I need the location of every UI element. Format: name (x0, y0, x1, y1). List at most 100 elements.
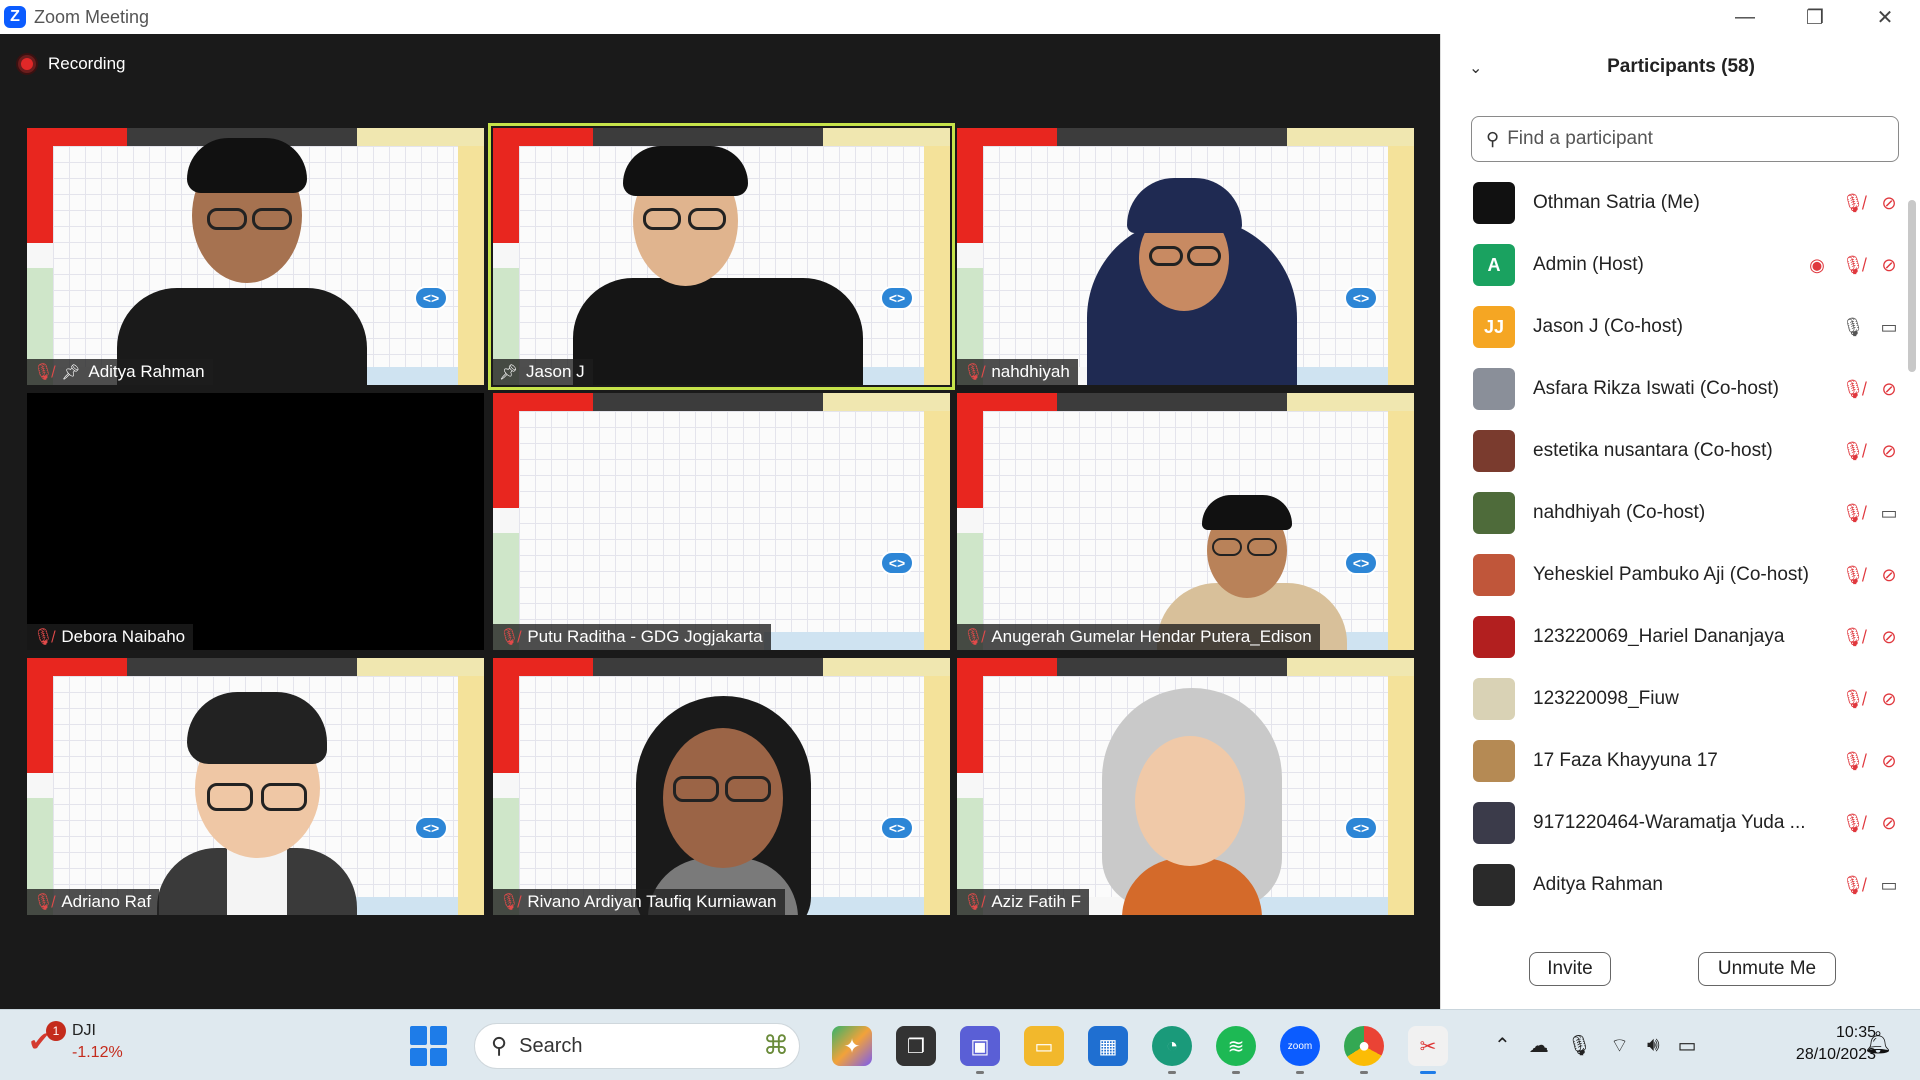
participant-name: Yeheskiel Pambuko Aji (Co-host) (1533, 564, 1809, 585)
zoom-app-icon[interactable]: zoom (1280, 1026, 1320, 1074)
video-off-icon[interactable]: ⊘ (1877, 625, 1901, 649)
video-tile[interactable]: <> 🎙︎̸ Aziz Fatih F (957, 658, 1414, 915)
video-off-icon[interactable]: ⊘ (1877, 253, 1901, 277)
video-off-icon[interactable]: ⊘ (1877, 687, 1901, 711)
code-badge-icon: <> (1344, 286, 1378, 310)
video-tile[interactable]: <> 🎙︎̸ 📌︎ Aditya Rahman (27, 128, 484, 385)
participant-row[interactable]: Asfara Rikza Iswati (Co-host) 🎙︎̸ ⊘ (1441, 358, 1911, 420)
participant-row[interactable]: 9171220464-Waramatja Yuda ... 🎙︎̸ ⊘ (1441, 792, 1911, 854)
participant-row[interactable]: Aditya Rahman 🎙︎̸ ▭ (1441, 854, 1911, 916)
taskbar-search-label: Search (519, 1034, 583, 1057)
clock[interactable]: 10:35 28/10/2023 (1756, 1022, 1876, 1066)
code-badge-icon: <> (880, 816, 914, 840)
participant-nametag: 🎙︎̸ Aziz Fatih F (957, 889, 1090, 915)
participant-status-icons: 🎙︎̸ ▭ (1841, 873, 1901, 897)
participant-name: Othman Satria (Me) (1533, 192, 1700, 213)
participant-status-icons: 🎙︎̸ ⊘ (1841, 811, 1901, 835)
participant-row[interactable]: nahdhiyah (Co-host) 🎙︎̸ ▭ (1441, 482, 1911, 544)
participant-nametag: 🎙︎̸ Adriano Raf (27, 889, 160, 915)
taskbar-apps: ⚲ Search ⌘ ✦ ❐ ▣ ▭ ▦ ◔ ≋ zoom ● ✂ (410, 1022, 1460, 1074)
pin-icon: 📌︎ (61, 364, 81, 381)
mic-muted-icon[interactable]: 🎙︎̸ (1841, 191, 1865, 215)
video-off-icon[interactable]: ⊘ (1877, 191, 1901, 215)
onedrive-icon[interactable]: ☁ (1529, 1033, 1549, 1058)
avatar (1473, 492, 1515, 534)
snipping-tool-icon[interactable]: ✂ (1408, 1026, 1448, 1074)
video-icon[interactable]: ▭ (1877, 315, 1901, 339)
mic-muted-icon[interactable]: 🎙︎̸ (1841, 749, 1865, 773)
teams-chat-icon[interactable]: ▣ (960, 1026, 1000, 1074)
edge-icon[interactable]: ◔ (1152, 1026, 1192, 1074)
file-explorer-icon[interactable]: ▭ (1024, 1026, 1064, 1066)
video-icon[interactable]: ▭ (1877, 873, 1901, 897)
participant-name: Aditya Rahman (1533, 874, 1663, 895)
video-tile[interactable]: <> 🎙︎̸ Rivano Ardiyan Taufiq Kurniawan (493, 658, 950, 915)
chevron-up-icon[interactable]: ⌃ (1494, 1033, 1511, 1058)
recording-indicator[interactable]: Recording (18, 54, 126, 74)
video-off-icon[interactable]: ⊘ (1877, 563, 1901, 587)
video-tile[interactable]: <> 🎙︎̸ nahdhiyah (957, 128, 1414, 385)
clock-time: 10:35 (1835, 1024, 1876, 1041)
mic-muted-icon[interactable]: 🎙︎̸ (1841, 873, 1865, 897)
video-tile[interactable]: <> 🎙︎̸ Putu Raditha - GDG Jogjakarta (493, 393, 950, 650)
video-off-icon[interactable]: ⊘ (1877, 439, 1901, 463)
video-off-icon[interactable]: ⊘ (1877, 377, 1901, 401)
microsoft-store-icon[interactable]: ▦ (1088, 1026, 1128, 1066)
avatar (1473, 368, 1515, 410)
video-tile[interactable]: <> 🎙︎̸ Anugerah Gumelar Hendar Putera_Ed… (957, 393, 1414, 650)
participant-row[interactable]: Yeheskiel Pambuko Aji (Co-host) 🎙︎̸ ⊘ (1441, 544, 1911, 606)
close-button[interactable]: ✕ (1850, 0, 1920, 34)
taskbar-search[interactable]: ⚲ Search ⌘ (474, 1023, 800, 1069)
participant-list-scrollbar[interactable] (1908, 200, 1916, 372)
video-icon[interactable]: ▭ (1877, 501, 1901, 525)
notification-bell-icon[interactable]: 🔔︎ (1864, 1030, 1892, 1056)
microphone-icon[interactable]: 🎙︎ (1567, 1033, 1592, 1058)
mic-muted-icon[interactable]: 🎙︎̸ (1841, 811, 1865, 835)
mic-muted-icon[interactable]: 🎙︎̸ (1841, 687, 1865, 711)
participant-row[interactable]: A Admin (Host) ◉ 🎙︎̸ ⊘ (1441, 234, 1911, 296)
mic-muted-icon: 🎙︎̸ (499, 894, 520, 911)
copilot-icon[interactable]: ✦ (832, 1026, 872, 1066)
recording-label: Recording (48, 54, 126, 73)
wifi-icon[interactable]: ⌔ (1610, 1033, 1629, 1058)
participant-nametag: 📌︎ Jason J (493, 359, 593, 385)
participant-name: nahdhiyah (991, 362, 1070, 381)
windows-start-icon[interactable] (410, 1026, 450, 1066)
mic-muted-icon[interactable]: 🎙︎̸ (1841, 439, 1865, 463)
participant-name: Anugerah Gumelar Hendar Putera_Edison (991, 627, 1312, 646)
stock-widget[interactable]: ✔ 1 DJI -1.12% (28, 1020, 123, 1064)
mic-muted-icon: 🎙︎̸ (499, 629, 520, 646)
invite-button[interactable]: Invite (1529, 952, 1611, 986)
mic-muted-icon[interactable]: 🎙︎̸ (1841, 253, 1865, 277)
minimize-button[interactable]: — (1710, 0, 1780, 34)
participant-row[interactable]: 17 Faza Khayyuna 17 🎙︎̸ ⊘ (1441, 730, 1911, 792)
battery-icon[interactable]: ▭ (1678, 1033, 1697, 1058)
participant-row[interactable]: Othman Satria (Me) 🎙︎̸ ⊘ (1441, 172, 1911, 234)
volume-icon[interactable]: 🔊︎ (1647, 1034, 1660, 1057)
restore-button[interactable]: ❐ (1780, 0, 1850, 34)
video-tile[interactable]: <> 🎙︎̸ Adriano Raf (27, 658, 484, 915)
video-tile-active-speaker[interactable]: <> 📌︎ Jason J (488, 123, 955, 390)
mic-icon[interactable]: 🎙︎ (1841, 315, 1865, 339)
mic-muted-icon[interactable]: 🎙︎̸ (1841, 563, 1865, 587)
video-off-icon[interactable]: ⊘ (1877, 811, 1901, 835)
participant-row[interactable]: JJ Jason J (Co-host) 🎙︎ ▭ (1441, 296, 1911, 358)
participant-status-icons: 🎙︎̸ ⊘ (1841, 625, 1901, 649)
mic-muted-icon[interactable]: 🎙︎̸ (1841, 377, 1865, 401)
mic-muted-icon[interactable]: 🎙︎̸ (1841, 501, 1865, 525)
participant-search-input[interactable]: ⚲ Find a participant (1471, 116, 1899, 162)
mic-muted-icon: 🎙︎̸ (963, 629, 984, 646)
video-tile-camera-off[interactable]: 🎙︎̸ Debora Naibaho (27, 393, 484, 650)
spotify-icon[interactable]: ≋ (1216, 1026, 1256, 1074)
unmute-me-button[interactable]: Unmute Me (1698, 952, 1836, 986)
participant-status-icons: ◉ 🎙︎̸ ⊘ (1805, 253, 1901, 277)
participant-name: Adriano Raf (61, 892, 152, 911)
participant-row[interactable]: estetika nusantara (Co-host) 🎙︎̸ ⊘ (1441, 420, 1911, 482)
task-view-icon[interactable]: ❐ (896, 1026, 936, 1066)
participant-row[interactable]: 123220069_Hariel Dananjaya 🎙︎̸ ⊘ (1441, 606, 1911, 668)
video-off-icon[interactable]: ⊘ (1877, 749, 1901, 773)
participant-name: Aditya Rahman (88, 362, 205, 381)
participant-row[interactable]: 123220098_Fiuw 🎙︎̸ ⊘ (1441, 668, 1911, 730)
mic-muted-icon[interactable]: 🎙︎̸ (1841, 625, 1865, 649)
chrome-icon[interactable]: ● (1344, 1026, 1384, 1074)
